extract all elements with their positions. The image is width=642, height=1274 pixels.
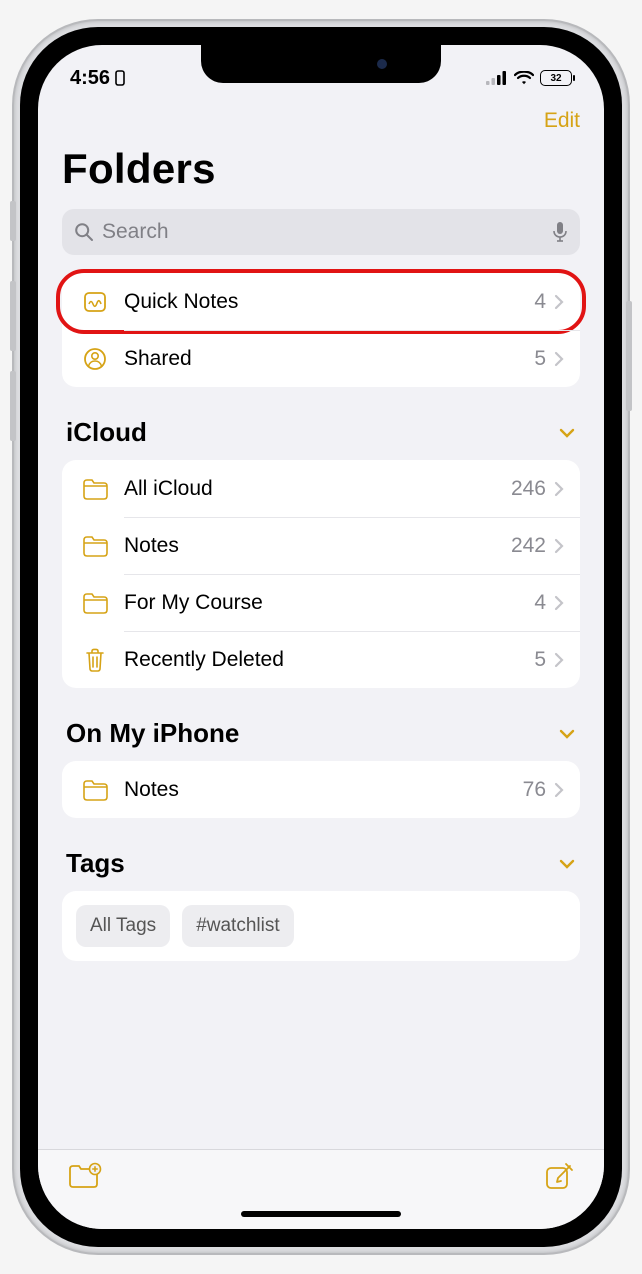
folder-row[interactable]: All iCloud 246 bbox=[62, 460, 580, 517]
tags-box: All Tags #watchlist bbox=[62, 891, 580, 961]
chevron-right-icon bbox=[554, 782, 564, 798]
chevron-right-icon bbox=[554, 481, 564, 497]
battery-icon: 32 bbox=[540, 70, 572, 86]
trash-icon bbox=[80, 648, 110, 672]
folder-icon bbox=[80, 535, 110, 557]
section-title: Tags bbox=[66, 848, 125, 879]
new-folder-button[interactable] bbox=[68, 1162, 102, 1190]
chevron-down-icon[interactable] bbox=[558, 858, 576, 870]
chevron-down-icon[interactable] bbox=[558, 728, 576, 740]
status-time: 4:56 bbox=[70, 67, 110, 90]
cellular-signal-icon bbox=[486, 71, 508, 85]
section-title: On My iPhone bbox=[66, 718, 239, 749]
folder-label: Recently Deleted bbox=[124, 648, 534, 672]
folder-icon bbox=[80, 779, 110, 801]
tag-chip[interactable]: #watchlist bbox=[182, 905, 293, 947]
folder-row[interactable]: For My Course 4 bbox=[62, 574, 580, 631]
search-input[interactable]: Search bbox=[62, 209, 580, 255]
bottom-toolbar bbox=[38, 1149, 604, 1229]
side-button bbox=[626, 301, 632, 411]
mic-icon[interactable] bbox=[552, 221, 568, 243]
folder-count: 4 bbox=[534, 591, 546, 615]
home-indicator[interactable] bbox=[241, 1211, 401, 1217]
folder-row[interactable]: Notes 76 bbox=[62, 761, 580, 818]
top-folder-list: Quick Notes 4 Shared 5 bbox=[62, 273, 580, 387]
chevron-right-icon bbox=[554, 595, 564, 611]
chevron-right-icon bbox=[554, 652, 564, 668]
local-folder-list: Notes 76 bbox=[62, 761, 580, 818]
folder-label: Notes bbox=[124, 534, 511, 558]
compose-button[interactable] bbox=[544, 1162, 574, 1192]
section-header-local[interactable]: On My iPhone bbox=[38, 718, 604, 761]
edit-button[interactable]: Edit bbox=[544, 109, 580, 133]
phone-frame: 4:56 bbox=[14, 21, 628, 1253]
section-header-tags[interactable]: Tags bbox=[38, 848, 604, 891]
folder-label: Quick Notes bbox=[124, 290, 534, 314]
side-button bbox=[10, 371, 16, 441]
battery-level: 32 bbox=[550, 73, 561, 84]
wifi-icon bbox=[514, 71, 534, 85]
section-header-icloud[interactable]: iCloud bbox=[38, 417, 604, 460]
folder-count: 5 bbox=[534, 648, 546, 672]
folder-label: Shared bbox=[124, 347, 534, 371]
folder-count: 4 bbox=[534, 290, 546, 314]
side-button bbox=[10, 201, 16, 241]
folder-row-trash[interactable]: Recently Deleted 5 bbox=[62, 631, 580, 688]
chevron-right-icon bbox=[554, 351, 564, 367]
folder-count: 242 bbox=[511, 534, 546, 558]
icloud-folder-list: All iCloud 246 Notes 242 bbox=[62, 460, 580, 688]
search-placeholder: Search bbox=[102, 220, 544, 244]
orientation-lock-icon bbox=[114, 70, 126, 86]
section-title: iCloud bbox=[66, 417, 147, 448]
tag-chip[interactable]: All Tags bbox=[76, 905, 170, 947]
folder-row-shared[interactable]: Shared 5 bbox=[62, 330, 580, 387]
search-icon bbox=[74, 222, 94, 242]
chevron-right-icon bbox=[554, 294, 564, 310]
folder-icon bbox=[80, 592, 110, 614]
folder-label: All iCloud bbox=[124, 477, 511, 501]
folder-row[interactable]: Notes 242 bbox=[62, 517, 580, 574]
folder-label: Notes bbox=[124, 778, 523, 802]
folder-count: 246 bbox=[511, 477, 546, 501]
shared-icon bbox=[80, 347, 110, 371]
chevron-right-icon bbox=[554, 538, 564, 554]
folder-icon bbox=[80, 478, 110, 500]
side-button bbox=[10, 281, 16, 351]
page-title: Folders bbox=[62, 145, 580, 193]
chevron-down-icon[interactable] bbox=[558, 427, 576, 439]
notch bbox=[201, 45, 441, 83]
quick-note-icon bbox=[80, 290, 110, 314]
folder-count: 76 bbox=[523, 778, 546, 802]
folder-count: 5 bbox=[534, 347, 546, 371]
folder-label: For My Course bbox=[124, 591, 534, 615]
folder-row-quick-notes[interactable]: Quick Notes 4 bbox=[62, 273, 580, 330]
